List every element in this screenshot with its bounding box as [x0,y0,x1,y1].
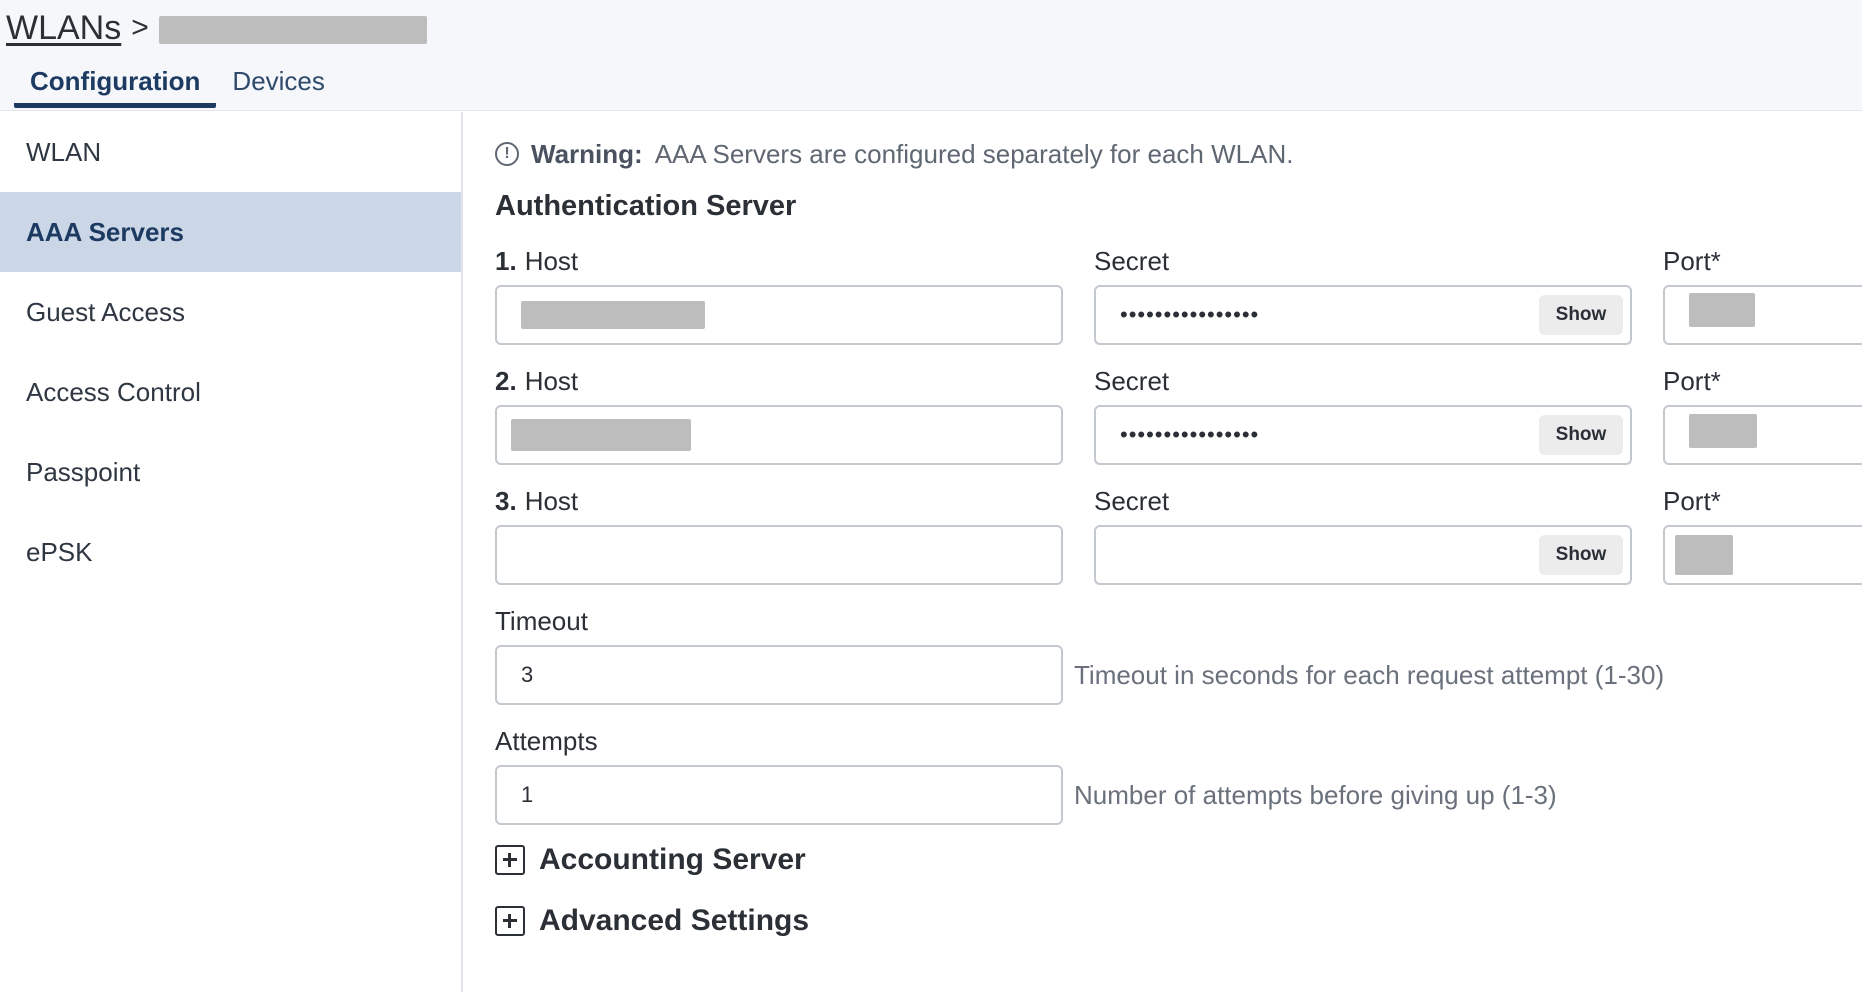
breadcrumb-wlans-link[interactable]: WLANs [6,9,121,48]
host-3-label: 3. Host [495,486,578,517]
port-1-label: Port* [1663,246,1721,276]
page-header: WLANs > Configuration Devices [0,0,1862,111]
breadcrumb-separator: > [131,11,149,44]
host-3-number: 3. [495,486,517,516]
host-2-input[interactable] [495,405,1063,465]
section-title-authentication-server: Authentication Server [495,190,797,222]
sidebar-item-passpoint[interactable]: Passpoint [0,432,461,512]
timeout-hint: Timeout in seconds for each request atte… [1074,660,1665,690]
host-2-redacted-value [511,419,691,451]
sidebar-item-wlan[interactable]: WLAN [0,112,461,192]
advanced-settings-title: Advanced Settings [539,904,810,937]
host-1-input[interactable] [495,285,1063,345]
port-2-input[interactable] [1663,405,1862,465]
secret-3-label: Secret [1094,486,1170,516]
timeout-value: 3 [521,662,534,687]
tab-bar: Configuration Devices [14,60,341,112]
secret-1-show-button[interactable]: Show [1539,295,1623,335]
port-1-input[interactable] [1663,285,1862,345]
secret-1-value: •••••••••••••••• [1120,302,1260,327]
sidebar-item-aaa-servers[interactable]: AAA Servers [0,192,461,272]
host-1-label-text: Host [524,246,579,276]
port-1-redacted-value [1689,293,1755,327]
sidebar: WLAN AAA Servers Guest Access Access Con… [0,112,463,992]
host-3-input[interactable] [495,525,1063,585]
host-2-number: 2. [495,366,517,396]
host-3-label-text: Host [524,486,579,516]
warning-text: AAA Servers are configured separately fo… [654,138,1294,169]
expand-plus-icon [495,845,525,875]
port-3-label: Port* [1663,486,1721,516]
secret-3-input[interactable]: Show [1094,525,1632,585]
main-content: ! Warning: AAA Servers are configured se… [495,112,1862,992]
port-3-input[interactable] [1663,525,1862,585]
attempts-input[interactable]: 1 [495,765,1063,825]
warning-banner: ! Warning: AAA Servers are configured se… [495,134,1293,174]
accounting-server-toggle[interactable]: Accounting Server [495,840,806,880]
host-2-label: 2. Host [495,366,578,397]
warning-label: Warning: [531,138,643,169]
host-1-label: 1. Host [495,246,578,277]
attempts-value: 1 [521,782,534,807]
secret-2-input[interactable]: •••••••••••••••• Show [1094,405,1632,465]
attempts-hint: Number of attempts before giving up (1-3… [1074,780,1557,810]
tab-devices[interactable]: Devices [216,60,340,108]
attempts-label: Attempts [495,726,598,756]
sidebar-item-epsk[interactable]: ePSK [0,512,461,592]
host-1-number: 1. [495,246,517,276]
secret-2-value: •••••••••••••••• [1120,422,1260,447]
secret-2-show-button[interactable]: Show [1539,415,1623,455]
sidebar-item-guest-access[interactable]: Guest Access [0,272,461,352]
secret-2-label: Secret [1094,366,1170,396]
accounting-server-title: Accounting Server [539,843,806,876]
advanced-settings-toggle[interactable]: Advanced Settings [495,901,809,941]
breadcrumb: WLANs > [6,6,427,50]
breadcrumb-redacted-wlan-name [158,16,427,44]
port-2-redacted-value [1689,414,1757,448]
secret-1-label: Secret [1094,246,1170,276]
tab-configuration[interactable]: Configuration [14,60,217,108]
host-2-label-text: Host [524,366,579,396]
secret-3-show-button[interactable]: Show [1539,535,1623,575]
secret-1-input[interactable]: •••••••••••••••• Show [1094,285,1632,345]
host-1-redacted-value [521,301,705,329]
sidebar-item-access-control[interactable]: Access Control [0,352,461,432]
expand-plus-icon [495,906,525,936]
port-2-label: Port* [1663,366,1721,396]
warning-icon: ! [495,142,519,166]
timeout-input[interactable]: 3 [495,645,1063,705]
timeout-label: Timeout [495,606,588,636]
port-3-redacted-value [1675,535,1733,575]
